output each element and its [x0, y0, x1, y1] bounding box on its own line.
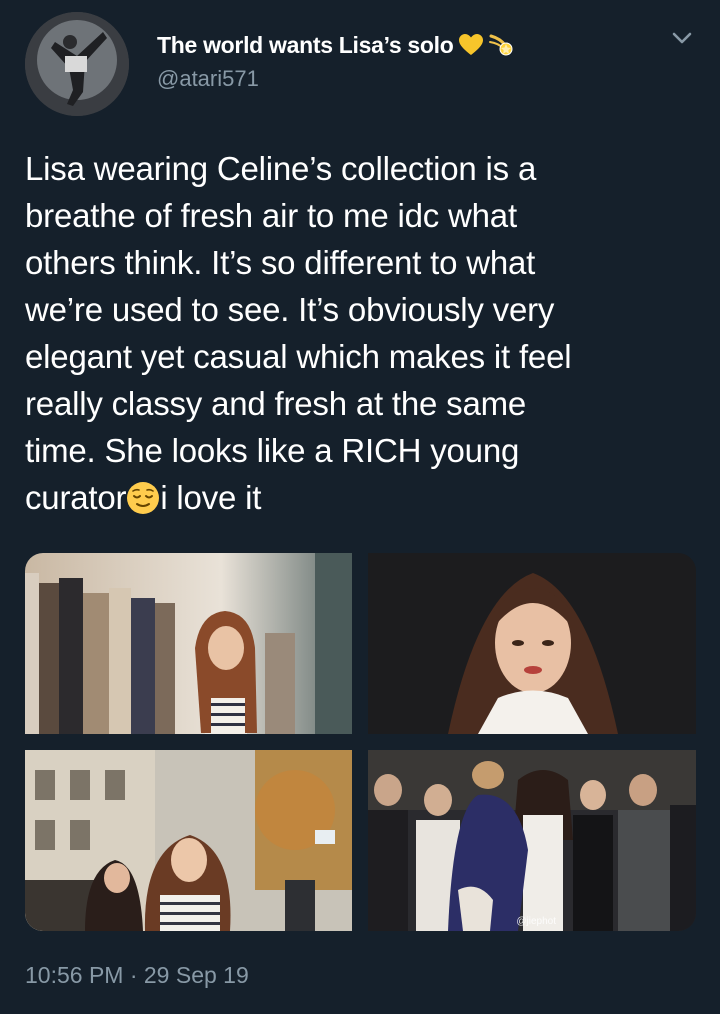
author-names: The world wants Lisa’s solo @atari571 [157, 30, 514, 92]
tweet-text-last-line: curator i love it [25, 474, 695, 521]
photo-watermark: @jiephot [516, 916, 556, 927]
tweet-text: Lisa wearing Celine’s collection is a br… [25, 145, 695, 521]
photo-street[interactable] [25, 750, 352, 931]
avatar-image [25, 12, 129, 116]
photo-portrait[interactable] [368, 553, 696, 734]
tweet-header: The world wants Lisa’s solo @atari571 [25, 12, 700, 116]
tweet-text-after-emoji: i love it [160, 479, 262, 516]
tweet-text-line: really classy and fresh at the same [25, 385, 527, 422]
tweet-text-line: we’re used to see. It’s obviously very [25, 291, 555, 328]
yellow-heart-icon [458, 34, 483, 55]
display-name[interactable]: The world wants Lisa’s solo [157, 32, 454, 59]
media-grid: @jiephot [25, 553, 696, 931]
avatar[interactable] [25, 12, 129, 116]
tweet-timestamp[interactable]: 10:56 PM · 29 Sep 19 [25, 962, 249, 989]
photo-fashion-show[interactable]: @jiephot [368, 750, 696, 931]
tweet-text-line: Lisa wearing Celine’s collection is a [25, 150, 537, 187]
tweet-text-line: elegant yet casual which makes it feel [25, 338, 572, 375]
relieved-face-icon [127, 482, 160, 514]
tweet-card: The world wants Lisa’s solo @atari571 Li… [0, 0, 720, 1014]
tweet-text-line: breathe of fresh air to me idc what [25, 197, 517, 234]
tweet-text-line: time. She looks like a RICH young [25, 432, 520, 469]
author-handle[interactable]: @atari571 [157, 66, 514, 92]
chevron-down-icon[interactable] [668, 28, 696, 48]
tweet-text-before-emoji: curator [25, 479, 127, 516]
tweet-text-line: others think. It’s so different to what [25, 244, 536, 281]
photo-boutique[interactable] [25, 553, 352, 734]
comet-icon [488, 34, 512, 56]
